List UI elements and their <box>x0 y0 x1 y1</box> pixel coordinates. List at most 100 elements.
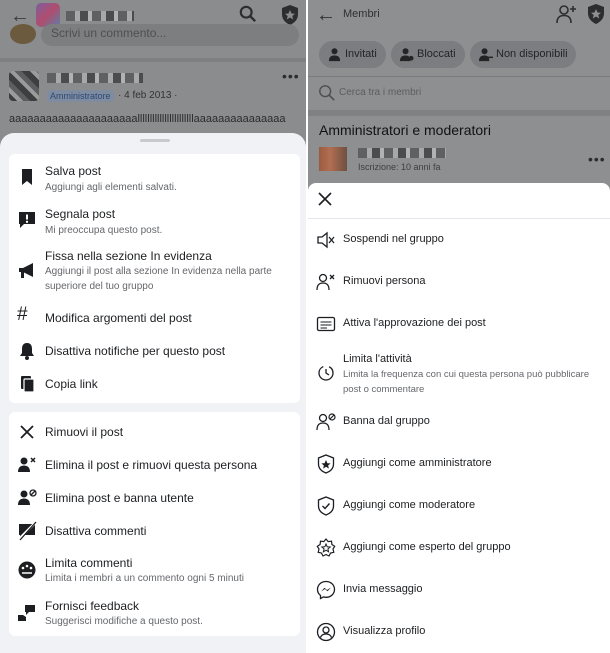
item-label: Segnala post <box>45 207 116 221</box>
item-label: Visualizza profilo <box>343 625 426 637</box>
author-name-redacted <box>47 73 143 83</box>
item-label: Banna dal gruppo <box>343 415 430 427</box>
item-label: Elimina il post e rimuovi questa persona <box>45 458 258 472</box>
chip-blocked[interactable]: Bloccati <box>391 41 465 68</box>
divider <box>0 58 306 62</box>
divider <box>308 76 610 77</box>
admin-shield-icon[interactable] <box>280 4 300 26</box>
member-avatar[interactable] <box>319 147 347 171</box>
options-card-2: Rimuovi il post Elimina il post e rimuov… <box>9 412 300 636</box>
member-options-screen: ← Membri Invitati Bloccati Non disponibi… <box>308 0 610 653</box>
comment-input[interactable]: Scrivi un commento... <box>41 24 299 46</box>
item-sub: Suggerisci modifiche a questo post. <box>45 616 203 627</box>
admin-shield-icon[interactable] <box>586 3 606 25</box>
item-label: Salva post <box>45 164 102 178</box>
report-icon <box>19 212 35 228</box>
comment-off-icon <box>18 521 37 541</box>
add-person-icon[interactable] <box>555 3 577 25</box>
disable-comments-item[interactable]: Disattiva commenti <box>9 519 300 543</box>
search-icon[interactable] <box>318 84 336 102</box>
post-options-sheet: Salva post Aggiungi agli elementi salvat… <box>0 133 306 653</box>
add-moderator-item[interactable]: Aggiungi come moderatore <box>308 493 610 519</box>
limit-comments-icon <box>18 561 36 579</box>
item-label: Rimuovi persona <box>343 275 426 287</box>
divider <box>308 218 610 219</box>
member-name-redacted <box>358 148 446 158</box>
item-label: Modifica argomenti del post <box>45 311 192 325</box>
save-post-item[interactable]: Salva post Aggiungi agli elementi salvat… <box>9 160 300 194</box>
add-expert-item[interactable]: Aggiungi come esperto del gruppo <box>308 535 610 561</box>
author-avatar[interactable] <box>9 71 39 101</box>
chip-label: Bloccati <box>417 48 456 60</box>
search-input[interactable]: Cerca tra i membri <box>339 87 421 98</box>
more-options-icon[interactable]: ••• <box>282 68 300 84</box>
person-unavailable-icon <box>478 48 493 62</box>
item-label: Limita commenti <box>45 556 133 570</box>
edit-topics-item[interactable]: # Modifica argomenti del post <box>9 304 300 330</box>
ban-item[interactable]: Banna dal gruppo <box>308 409 610 435</box>
view-profile-item[interactable]: Visualizza profilo <box>308 619 610 645</box>
add-admin-item[interactable]: Aggiungi come amministratore <box>308 451 610 477</box>
drag-handle[interactable] <box>140 139 170 142</box>
close-icon <box>20 425 34 439</box>
item-sub: Limita la frequenza con cui questa perso… <box>343 369 590 395</box>
chip-label: Non disponibili <box>496 48 568 60</box>
megaphone-icon <box>19 263 33 278</box>
close-icon[interactable] <box>317 191 333 207</box>
ban-person-icon <box>18 489 37 505</box>
item-label: Limita l'attività <box>343 353 412 365</box>
delete-post-remove-person-item[interactable]: Elimina il post e rimuovi questa persona <box>9 453 300 477</box>
more-options-icon[interactable]: ••• <box>588 151 606 167</box>
messenger-icon <box>316 580 336 600</box>
chip-label: Invitati <box>345 48 377 60</box>
item-label: Aggiungi come moderatore <box>343 499 476 511</box>
item-label: Fissa nella sezione In evidenza <box>45 249 212 263</box>
profile-icon <box>316 622 336 642</box>
post-body: aaaaaaaaaaaaaaaaaaaaalllllllllllllllllll… <box>9 113 286 125</box>
mute-icon <box>317 231 335 249</box>
back-arrow-icon[interactable]: ← <box>316 4 336 27</box>
author-badge: Amministratore <box>47 90 114 102</box>
post-approval-item[interactable]: Attiva l'approvazione dei post <box>308 311 610 337</box>
item-label: Disattiva commenti <box>45 524 147 538</box>
send-message-item[interactable]: Invia messaggio <box>308 577 610 603</box>
pin-featured-item[interactable]: Fissa nella sezione In evidenza Aggiungi… <box>9 246 300 296</box>
report-post-item[interactable]: Segnala post Mi preoccupa questo post. <box>9 202 300 236</box>
item-label: Copia link <box>45 377 98 391</box>
divider <box>308 110 610 116</box>
group-name-redacted <box>66 11 134 21</box>
member-joined: Iscrizione: 10 anni fa <box>358 162 441 172</box>
chip-invited[interactable]: Invitati <box>319 41 386 68</box>
post-date: · 4 feb 2013 · <box>118 90 178 101</box>
remove-person-item[interactable]: Rimuovi persona <box>308 269 610 295</box>
delete-post-ban-user-item[interactable]: Elimina post e banna utente <box>9 486 300 510</box>
item-label: Elimina post e banna utente <box>45 491 194 505</box>
expert-badge-icon <box>316 538 336 557</box>
copy-icon <box>21 376 35 393</box>
remove-person-icon <box>316 273 335 291</box>
remove-post-item[interactable]: Rimuovi il post <box>9 420 300 444</box>
avatar <box>10 24 36 44</box>
item-label: Aggiungi come esperto del gruppo <box>343 541 511 553</box>
section-title: Amministratori e moderatori <box>319 122 491 138</box>
copy-link-item[interactable]: Copia link <box>9 372 300 396</box>
item-sub: Aggiungi agli elementi salvati. <box>45 182 177 193</box>
search-icon[interactable] <box>239 5 257 23</box>
suspend-item[interactable]: Sospendi nel gruppo <box>308 227 610 253</box>
options-card-1: Salva post Aggiungi agli elementi salvat… <box>9 154 300 403</box>
comment-placeholder: Scrivi un commento... <box>51 26 167 40</box>
limit-activity-item[interactable]: Limita l'attività Limita la frequenza co… <box>308 349 610 395</box>
item-label: Fornisci feedback <box>45 599 140 613</box>
chip-unavailable[interactable]: Non disponibili <box>470 41 576 68</box>
member-options-sheet: Sospendi nel gruppo Rimuovi persona Atti… <box>308 183 610 653</box>
limit-comments-item[interactable]: Limita commenti Limita i membri a un com… <box>9 552 300 586</box>
item-label: Aggiungi come amministratore <box>343 457 492 469</box>
hashtag-icon: # <box>17 304 28 325</box>
remove-person-icon <box>18 457 36 472</box>
give-feedback-item[interactable]: Fornisci feedback Suggerisci modifiche a… <box>9 595 300 629</box>
moderator-shield-icon <box>317 496 335 516</box>
item-sub: Aggiungi il post alla sezione In evidenz… <box>45 266 272 292</box>
mute-notifications-item[interactable]: Disattiva notifiche per questo post <box>9 339 300 363</box>
page-title: Membri <box>343 8 380 20</box>
item-label: Sospendi nel gruppo <box>343 233 444 245</box>
